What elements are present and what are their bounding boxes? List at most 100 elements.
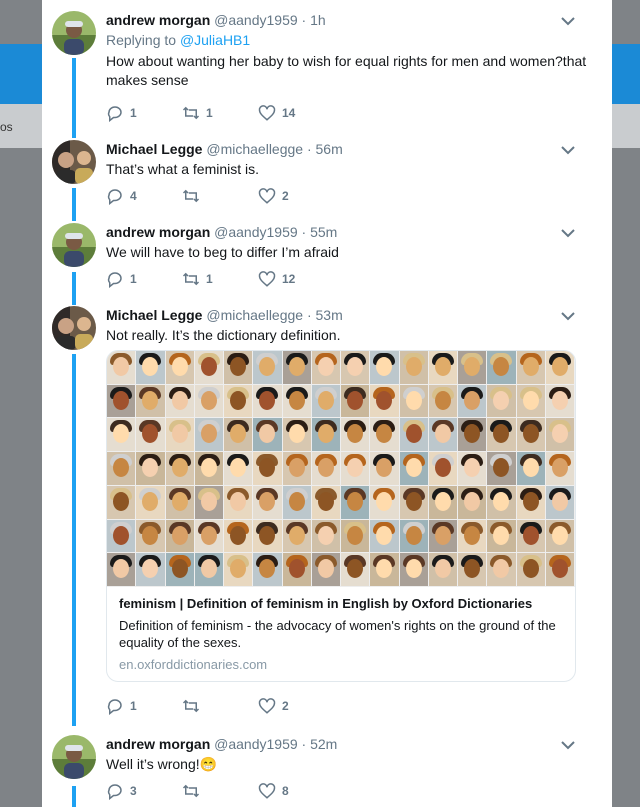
like-count: 14 bbox=[282, 106, 296, 120]
portrait-tile bbox=[224, 485, 253, 519]
retweet-button[interactable] bbox=[182, 186, 206, 206]
like-button[interactable]: 2 bbox=[258, 186, 289, 206]
portrait-tile bbox=[253, 553, 282, 586]
avatar[interactable] bbox=[52, 11, 96, 55]
portrait-tile bbox=[516, 351, 545, 384]
portrait-tile bbox=[545, 351, 574, 384]
replying-to: Replying to @JuliaHB1 bbox=[106, 31, 602, 50]
portrait-tile bbox=[545, 485, 574, 519]
portrait-tile bbox=[282, 452, 311, 485]
tweet-time[interactable]: · 56m bbox=[307, 141, 343, 157]
tweet-time[interactable]: · 55m bbox=[302, 224, 338, 240]
thread-line bbox=[72, 188, 76, 221]
chevron-down-icon[interactable] bbox=[560, 310, 576, 322]
portrait-tile bbox=[253, 519, 282, 553]
reply-icon bbox=[107, 699, 122, 715]
like-button[interactable]: 2 bbox=[258, 696, 289, 716]
like-count: 12 bbox=[282, 272, 296, 286]
portrait-tile bbox=[282, 485, 311, 519]
reply-icon bbox=[107, 189, 122, 205]
portrait-tile bbox=[458, 452, 487, 485]
author-name[interactable]: Michael Legge bbox=[106, 141, 202, 157]
portrait-tile bbox=[399, 553, 428, 586]
portrait-tile bbox=[136, 485, 165, 519]
author-handle[interactable]: @aandy1959 bbox=[214, 224, 298, 240]
author-name[interactable]: andrew morgan bbox=[106, 12, 210, 28]
retweet-button[interactable] bbox=[182, 696, 206, 716]
author-name[interactable]: andrew morgan bbox=[106, 736, 210, 752]
replying-to-link[interactable]: @JuliaHB1 bbox=[180, 32, 250, 48]
portrait-tile bbox=[107, 418, 136, 452]
like-button[interactable]: 14 bbox=[258, 103, 295, 123]
thread-line bbox=[72, 58, 76, 138]
like-count: 2 bbox=[282, 699, 289, 713]
reply-count: 1 bbox=[130, 699, 137, 713]
portrait-tile bbox=[487, 553, 516, 586]
tweet-time[interactable]: · 52m bbox=[302, 736, 338, 752]
retweet-button[interactable] bbox=[182, 781, 206, 801]
portrait-tile bbox=[165, 485, 194, 519]
portrait-tile bbox=[165, 452, 194, 485]
like-count: 8 bbox=[282, 784, 289, 798]
retweet-button[interactable]: 1 bbox=[182, 269, 213, 289]
portrait-tile bbox=[311, 452, 340, 485]
portrait-tile bbox=[487, 519, 516, 553]
avatar[interactable] bbox=[52, 306, 96, 350]
chevron-down-icon[interactable] bbox=[560, 227, 576, 239]
portrait-tile bbox=[136, 418, 165, 452]
portrait-tile bbox=[165, 519, 194, 553]
reply-icon bbox=[107, 784, 122, 800]
retweet-button[interactable]: 1 bbox=[182, 103, 213, 123]
portrait-tile bbox=[545, 384, 574, 418]
portrait-tile bbox=[370, 418, 399, 452]
retweet-icon bbox=[182, 189, 200, 203]
portrait-tile bbox=[194, 351, 223, 384]
like-button[interactable]: 12 bbox=[258, 269, 295, 289]
portrait-tile bbox=[224, 418, 253, 452]
portrait-tile bbox=[311, 519, 340, 553]
portrait-tile bbox=[194, 384, 223, 418]
link-card[interactable]: feminism | Definition of feminism in Eng… bbox=[106, 350, 576, 682]
portrait-tile bbox=[487, 485, 516, 519]
retweet-count: 1 bbox=[206, 272, 213, 286]
tweet-time[interactable]: · 53m bbox=[307, 307, 343, 323]
thread-line bbox=[72, 354, 76, 726]
author-name[interactable]: andrew morgan bbox=[106, 224, 210, 240]
portrait-tile bbox=[516, 485, 545, 519]
chevron-down-icon[interactable] bbox=[560, 144, 576, 156]
chevron-down-icon[interactable] bbox=[560, 15, 576, 27]
heart-icon bbox=[258, 698, 276, 714]
replying-label: Replying to bbox=[106, 32, 177, 48]
portrait-tile bbox=[428, 418, 457, 452]
portrait-tile bbox=[516, 384, 545, 418]
portrait-tile bbox=[194, 418, 223, 452]
retweet-icon bbox=[182, 106, 200, 120]
author-handle[interactable]: @aandy1959 bbox=[214, 736, 298, 752]
tweet-time[interactable]: · 1h bbox=[302, 12, 326, 28]
portrait-tile bbox=[253, 452, 282, 485]
reply-button[interactable]: 1 bbox=[106, 103, 137, 123]
author-name[interactable]: Michael Legge bbox=[106, 307, 202, 323]
chevron-down-icon[interactable] bbox=[560, 739, 576, 751]
portrait-tile bbox=[165, 553, 194, 586]
reply-button[interactable]: 1 bbox=[106, 269, 137, 289]
reply-button[interactable]: 1 bbox=[106, 696, 137, 716]
like-button[interactable]: 8 bbox=[258, 781, 289, 801]
avatar[interactable] bbox=[52, 223, 96, 267]
retweet-icon bbox=[182, 784, 200, 798]
author-handle[interactable]: @michaellegge bbox=[206, 141, 303, 157]
avatar[interactable] bbox=[52, 140, 96, 184]
like-count: 2 bbox=[282, 189, 289, 203]
author-handle[interactable]: @michaellegge bbox=[206, 307, 303, 323]
reply-button[interactable]: 4 bbox=[106, 186, 137, 206]
link-card-title: feminism | Definition of feminism in Eng… bbox=[119, 596, 533, 611]
avatar[interactable] bbox=[52, 735, 96, 779]
thread-line bbox=[72, 272, 76, 305]
reply-button[interactable]: 3 bbox=[106, 781, 137, 801]
portrait-tile bbox=[107, 519, 136, 553]
author-handle[interactable]: @aandy1959 bbox=[214, 12, 298, 28]
portrait-tile bbox=[341, 418, 370, 452]
portrait-tile bbox=[311, 418, 340, 452]
reply-icon bbox=[107, 272, 122, 288]
portrait-tile bbox=[136, 384, 165, 418]
